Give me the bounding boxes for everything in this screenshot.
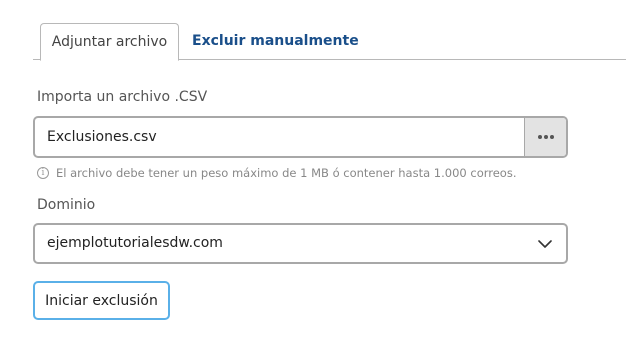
ellipsis-icon <box>537 135 542 139</box>
file-field-label: Importa un archivo .CSV <box>37 89 208 105</box>
chevron-down-icon <box>538 240 552 248</box>
tab-attach-file[interactable]: Adjuntar archivo <box>40 23 179 61</box>
file-size-hint: i El archivo debe tener un peso máximo d… <box>37 166 517 180</box>
file-size-hint-text: El archivo debe tener un peso máximo de … <box>56 166 517 180</box>
browse-file-button[interactable] <box>524 118 566 156</box>
tab-bar: Adjuntar archivo Excluir manualmente <box>33 23 626 61</box>
ellipsis-icon <box>543 135 548 139</box>
file-input-value: Exclusiones.csv <box>47 129 157 145</box>
domain-select[interactable]: ejemplotutorialesdw.com <box>33 223 568 264</box>
info-icon: i <box>37 167 49 179</box>
ellipsis-icon <box>549 135 554 139</box>
file-input[interactable]: Exclusiones.csv <box>33 116 568 158</box>
domain-select-value: ejemplotutorialesdw.com <box>47 235 223 251</box>
domain-field-label: Dominio <box>37 197 96 213</box>
start-exclusion-button[interactable]: Iniciar exclusión <box>33 281 170 320</box>
tab-exclude-manually[interactable]: Excluir manualmente <box>192 23 359 60</box>
